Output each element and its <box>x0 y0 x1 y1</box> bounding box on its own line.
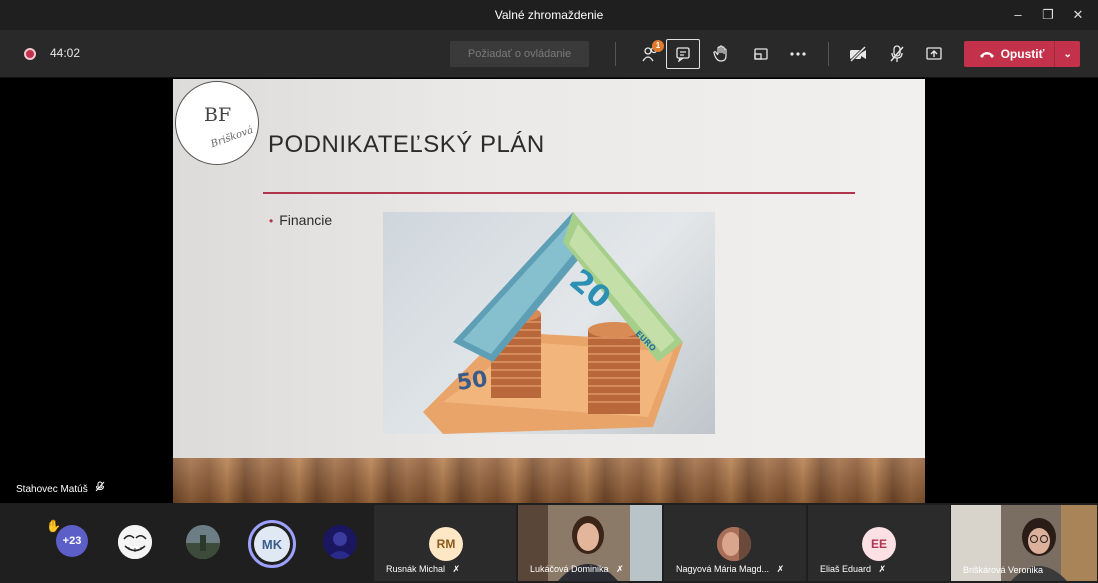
meeting-timer: 44:02 <box>50 46 81 60</box>
participant-avatar-speaking[interactable]: MK <box>248 520 296 568</box>
mic-off-icon: ✗ <box>878 564 887 574</box>
slide-bullet: • Financie <box>269 212 333 228</box>
overflow-count: +23 <box>62 535 82 547</box>
mic-off-icon <box>95 481 105 495</box>
svg-text:50: 50 <box>455 367 489 396</box>
window-title-bar: Valné zhromaždenie – ❐ ✕ <box>0 0 1098 30</box>
initials-avatar: EE <box>862 527 896 561</box>
participant-tile[interactable]: RM Rusnák Michal ✗ <box>374 505 516 581</box>
wooden-floor-decoration <box>173 458 925 503</box>
camera-toggle-button[interactable] <box>841 39 875 69</box>
chat-button[interactable] <box>666 39 700 69</box>
shared-content-stage: BF Brišková PODNIKATEĽSKÝ PLÁN • Financie… <box>0 79 1098 503</box>
meeting-toolbar: 44:02 Požiadať o ovládanie 1 Opustiť ⌄ <box>0 30 1098 78</box>
profile-photo-icon <box>717 527 751 561</box>
raise-hand-button[interactable] <box>704 39 738 69</box>
mic-off-icon <box>890 45 904 62</box>
slide-title: PODNIKATEĽSKÝ PLÁN <box>268 131 545 158</box>
close-button[interactable]: ✕ <box>1066 4 1090 26</box>
participants-button[interactable]: 1 <box>634 39 668 69</box>
hang-up-icon <box>974 47 1001 61</box>
avatar-initials: RM <box>436 537 456 551</box>
leave-label: Opustiť <box>1000 47 1045 61</box>
title-underline <box>263 192 855 194</box>
logo-script: Brišková <box>209 124 255 151</box>
participant-name-label: Briškárová Veronika <box>963 565 1043 575</box>
participant-avatar[interactable] <box>186 525 220 559</box>
more-actions-button[interactable] <box>781 39 815 69</box>
profile-photo-icon <box>323 525 357 559</box>
money-house-image: 50 20 EURO <box>383 212 715 434</box>
participant-name: Lukáčová Dominika <box>530 564 609 574</box>
minimize-button[interactable]: – <box>1006 4 1030 26</box>
presentation-slide: BF Brišková PODNIKATEĽSKÝ PLÁN • Financie… <box>173 79 925 503</box>
chat-icon <box>676 47 690 62</box>
camera-off-icon <box>849 46 867 62</box>
participant-name-label: Rusnák Michal ✗ <box>386 564 460 575</box>
brand-logo: BF Brišková <box>175 81 259 165</box>
participant-avatar[interactable] <box>118 525 152 559</box>
participant-name-label: Eliaš Eduard ✗ <box>820 564 886 575</box>
share-content-button[interactable] <box>917 39 951 69</box>
participant-video-tile[interactable]: Lukáčová Dominika ✗ <box>518 505 662 581</box>
participant-tile[interactable]: Nagyová Mária Magd... ✗ <box>664 505 806 581</box>
participant-name: Briškárová Veronika <box>963 565 1044 575</box>
toolbar-divider <box>615 42 616 66</box>
profile-photo-icon <box>186 525 220 559</box>
participant-name-label: Nagyová Mária Magd... ✗ <box>676 564 784 575</box>
speaker-name-label: Stahovec Matúš <box>16 481 105 495</box>
bullet-text: Financie <box>279 212 333 228</box>
hand-icon <box>713 45 727 62</box>
mic-off-icon: ✗ <box>452 564 461 574</box>
initials-avatar: MK <box>254 526 290 562</box>
request-control-button[interactable]: Požiadať o ovládanie <box>450 41 589 67</box>
mic-off-icon: ✗ <box>776 564 785 574</box>
participant-name: Nagyová Mária Magd... <box>676 564 770 574</box>
breakout-rooms-button[interactable] <box>744 39 778 69</box>
avatar-initials: MK <box>261 536 283 552</box>
rooms-icon <box>754 48 768 60</box>
raised-hand-icon: ✋ <box>46 519 61 533</box>
recording-indicator-icon <box>24 48 36 60</box>
participants-badge: 1 <box>652 40 664 52</box>
profile-photo <box>717 527 751 561</box>
participant-tile[interactable]: EE Eliaš Eduard ✗ <box>808 505 950 581</box>
participant-video-tile[interactable]: Briškárová Veronika <box>951 505 1097 581</box>
initials-avatar: RM <box>429 527 463 561</box>
avatar-initials: EE <box>870 537 887 551</box>
chevron-down-icon[interactable]: ⌄ <box>1055 49 1080 60</box>
profile-photo-icon <box>118 525 152 559</box>
speaker-name: Stahovec Matúš <box>16 484 88 495</box>
participant-name: Rusnák Michal <box>386 564 446 574</box>
participant-gallery: +23 ✋ MK RM Rusnák Michal ✗ Lukáčová Dom… <box>0 503 1098 583</box>
logo-monogram: BF <box>204 104 232 126</box>
window-title: Valné zhromaždenie <box>494 8 604 22</box>
mic-off-icon: ✗ <box>616 564 624 574</box>
leave-button[interactable]: Opustiť ⌄ <box>964 41 1080 67</box>
toolbar-divider <box>828 42 829 66</box>
participant-name-label: Lukáčová Dominika ✗ <box>530 564 624 575</box>
more-icon <box>790 52 806 56</box>
participant-avatar[interactable] <box>323 525 357 559</box>
restore-button[interactable]: ❐ <box>1036 4 1060 26</box>
mic-toggle-button[interactable] <box>880 39 914 69</box>
participant-name: Eliaš Eduard <box>820 564 872 574</box>
share-tray-icon <box>926 47 942 60</box>
